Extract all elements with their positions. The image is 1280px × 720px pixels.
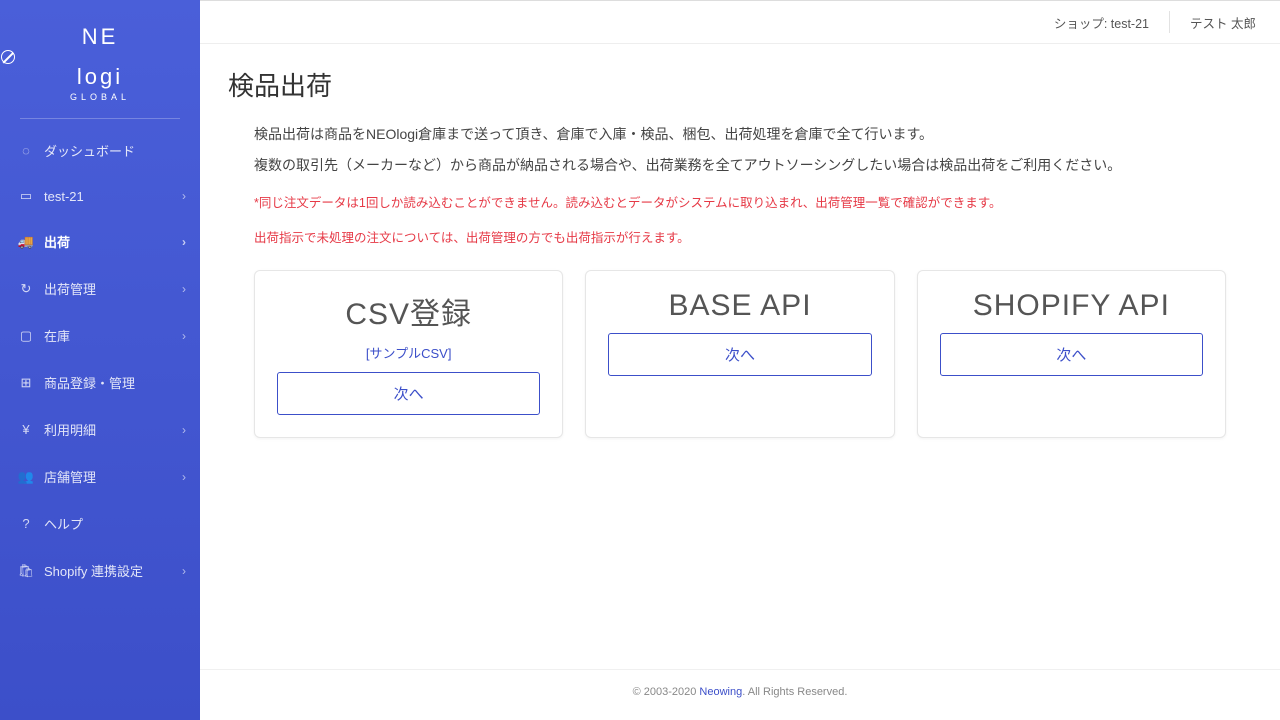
brand-pre: NE	[0, 24, 200, 50]
main-area: ショップ: test-21 テスト 太郎 検品出荷 検品出荷は商品をNEOlog…	[200, 0, 1280, 720]
sidebar-item-7[interactable]: 👥 店舗管理 ›	[0, 453, 200, 500]
sidebar-item-label: ヘルプ	[44, 514, 83, 533]
sidebar-item-8[interactable]: ? ヘルプ	[0, 500, 200, 547]
history-icon: ↻	[18, 281, 34, 297]
sidebar-item-2[interactable]: 🚚 出荷 ›	[0, 218, 200, 265]
card-title: BASE API	[608, 289, 871, 323]
sidebar-item-3[interactable]: ↻ 出荷管理 ›	[0, 265, 200, 312]
sidebar-item-1[interactable]: ▭ test-21 ›	[0, 174, 200, 218]
help-icon: ?	[18, 516, 34, 531]
truck-icon: 🚚	[18, 234, 34, 250]
sidebar-item-label: 店舗管理	[44, 467, 96, 486]
next-button[interactable]: 次へ	[608, 333, 871, 376]
users-icon: 👥	[18, 469, 34, 485]
gauge-icon: ◌	[18, 143, 34, 158]
topbar-user[interactable]: テスト 太郎	[1190, 13, 1256, 32]
sidebar-item-label: 利用明細	[44, 420, 96, 439]
footer: © 2003-2020 Neowing. All Rights Reserved…	[200, 669, 1280, 720]
brand-sub: GLOBAL	[0, 92, 200, 102]
sidebar-item-label: 出荷	[44, 232, 70, 251]
page-title: 検品出荷	[228, 66, 1252, 103]
store-icon: ▭	[18, 188, 34, 204]
sidebar-item-label: 在庫	[44, 326, 70, 345]
topbar-shop[interactable]: ショップ: test-21	[1054, 13, 1149, 32]
footer-pre: © 2003-2020	[633, 686, 700, 698]
yen-icon: ¥	[18, 422, 34, 437]
warning-2: 出荷指示で未処理の注文については、出荷管理の方でも出荷指示が行えます。	[254, 227, 1252, 246]
topbar-separator	[1169, 11, 1170, 33]
sidebar-item-9[interactable]: 🛍 Shopify 連携設定 ›	[0, 547, 200, 594]
content: 検品出荷 検品出荷は商品をNEOlogi倉庫まで送って頂き、倉庫で入庫・検品、梱…	[200, 44, 1280, 448]
brand-post: logi	[0, 64, 200, 90]
sidebar-item-5[interactable]: ⊞ 商品登録・管理	[0, 359, 200, 406]
card-1: BASE API 次へ	[585, 270, 894, 438]
sidebar-item-label: test-21	[44, 189, 84, 204]
sidebar-item-6[interactable]: ¥ 利用明細 ›	[0, 406, 200, 453]
cards-row: CSV登録 [サンプルCSV] 次へ BASE API 次へ SHOPIFY API 次へ	[254, 270, 1226, 438]
chevron-right-icon: ›	[182, 564, 186, 578]
chevron-right-icon: ›	[182, 282, 186, 296]
divider	[20, 118, 180, 119]
chevron-right-icon: ›	[182, 235, 186, 249]
sidebar-nav: ◌ ダッシュボード ▭ test-21 › 🚚 出荷 › ↻ 出荷管理 › ▢ 在庫 › ⊞ 商品登録・管理 ¥…	[0, 127, 200, 594]
card-2: SHOPIFY API 次へ	[917, 270, 1226, 438]
footer-link[interactable]: Neowing	[699, 686, 742, 698]
chevron-right-icon: ›	[182, 423, 186, 437]
sidebar-item-label: Shopify 連携設定	[44, 561, 143, 580]
chevron-right-icon: ›	[182, 329, 186, 343]
lead-2: 複数の取引先（メーカーなど）から商品が納品される場合や、出荷業務を全てアウトソー…	[254, 152, 1252, 179]
box-icon: ▢	[18, 328, 34, 344]
sidebar-item-4[interactable]: ▢ 在庫 ›	[0, 312, 200, 359]
sample-csv-link[interactable]: [サンプルCSV]	[277, 343, 540, 362]
topbar: ショップ: test-21 テスト 太郎	[200, 0, 1280, 44]
sidebar: NE logi GLOBAL ◌ ダッシュボード ▭ test-21 › 🚚 出荷 › ↻ 出荷管理…	[0, 0, 200, 720]
brand-logo: NE logi GLOBAL	[0, 12, 200, 110]
warning-1: *同じ注文データは1回しか読み込むことができません。読み込むとデータがシステムに…	[254, 192, 1252, 211]
sidebar-item-label: 出荷管理	[44, 279, 96, 298]
sidebar-item-0[interactable]: ◌ ダッシュボード	[0, 127, 200, 174]
lead-1: 検品出荷は商品をNEOlogi倉庫まで送って頂き、倉庫で入庫・検品、梱包、出荷処…	[254, 121, 1252, 148]
grid-icon: ⊞	[18, 375, 34, 391]
card-title: CSV登録	[277, 289, 540, 333]
card-0: CSV登録 [サンプルCSV] 次へ	[254, 270, 563, 438]
footer-post: . All Rights Reserved.	[742, 686, 847, 698]
next-button[interactable]: 次へ	[277, 372, 540, 415]
chevron-right-icon: ›	[182, 189, 186, 203]
sidebar-item-label: ダッシュボード	[44, 141, 135, 160]
next-button[interactable]: 次へ	[940, 333, 1203, 376]
bag-icon: 🛍	[18, 563, 34, 579]
card-title: SHOPIFY API	[940, 289, 1203, 323]
slash-icon	[1, 50, 15, 64]
sidebar-item-label: 商品登録・管理	[44, 373, 135, 392]
chevron-right-icon: ›	[182, 470, 186, 484]
